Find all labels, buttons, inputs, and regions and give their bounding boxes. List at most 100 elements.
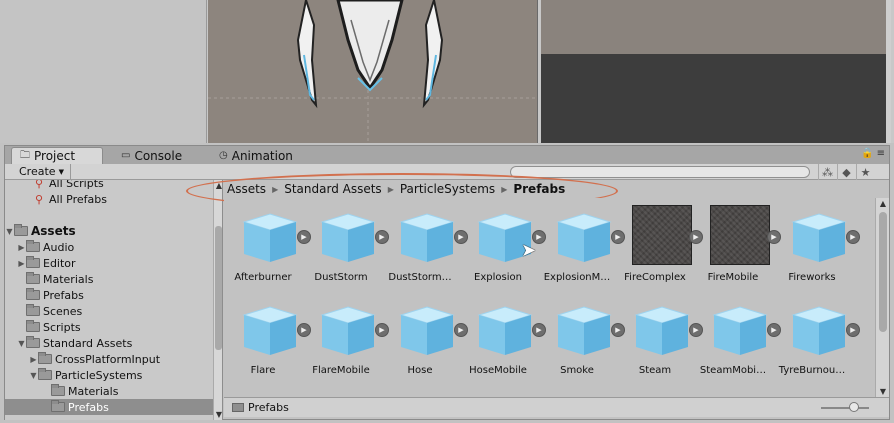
asset-item[interactable]: ▶ Afterburner — [224, 198, 311, 283]
asset-label: TyreBurnou… — [778, 365, 846, 376]
asset-item[interactable]: ▶ Steam — [616, 291, 703, 376]
tree-scrollbar[interactable]: ▲ ▼ — [213, 180, 222, 420]
chevron-down-icon: ▼ — [58, 167, 64, 176]
spaceship-model — [208, 0, 537, 143]
game-view-sky — [541, 0, 891, 54]
asset-item[interactable]: ▶ FireComplex — [616, 198, 703, 283]
menu-icon[interactable]: ≡ — [877, 148, 885, 159]
prefab-cube-icon: ▶ — [399, 208, 468, 266]
tab-label: Animation — [231, 148, 293, 163]
tree-item-standard-assets[interactable]: ▼ Standard Assets — [5, 335, 210, 351]
tab-animation[interactable]: ◷ Animation — [211, 147, 301, 164]
folder-icon — [51, 384, 65, 396]
asset-label: FlareMobile — [312, 365, 370, 376]
asset-label: Explosion — [474, 272, 522, 283]
scene-view[interactable] — [208, 0, 538, 143]
folder-icon — [38, 352, 52, 364]
asset-item[interactable]: ▶ ExplosionM… — [538, 198, 625, 283]
folder-tree: ⚲ All Scripts ⚲ All Prefabs ▼ Assets ▶ A… — [5, 180, 223, 420]
folder-icon — [26, 336, 40, 348]
tree-item-editor[interactable]: ▶ Editor — [5, 255, 210, 271]
breadcrumb-item-standard-assets[interactable]: Standard Assets — [284, 182, 381, 196]
folder-icon — [26, 304, 40, 316]
tree-item-assets[interactable]: ▼ Assets — [5, 223, 210, 239]
scroll-down-arrow-icon[interactable]: ▼ — [214, 410, 222, 419]
favorite-item[interactable]: ⚲ All Prefabs — [5, 191, 210, 207]
texture-thumbnail: ▶ — [710, 205, 781, 266]
editor-top-area — [0, 0, 894, 143]
grid-scroll-thumb[interactable] — [879, 212, 887, 332]
asset-label: Smoke — [560, 365, 594, 376]
breadcrumb-item-prefabs[interactable]: Prefabs — [513, 182, 565, 196]
status-path: Prefabs — [248, 401, 289, 414]
tab-project[interactable]: 🗀 Project — [11, 147, 103, 164]
asset-item[interactable]: ▶ TyreBurnou… — [773, 291, 860, 376]
filter-by-label-icon[interactable]: ◆ — [837, 164, 855, 180]
tree-item-materials-sub[interactable]: Materials — [5, 383, 210, 399]
asset-item[interactable]: ▶ Hose — [381, 291, 468, 376]
expand-arrow-icon[interactable]: ▼ — [17, 339, 26, 348]
tree-item-prefabs-selected[interactable]: Prefabs — [5, 399, 213, 415]
asset-item[interactable]: ▶ FireMobile — [694, 198, 781, 283]
asset-item[interactable]: ▶ FlareMobile — [302, 291, 389, 376]
asset-item[interactable]: ▶ HoseMobile — [459, 291, 546, 376]
expand-arrow-icon[interactable]: ▶ — [17, 243, 26, 252]
tab-console[interactable]: ▭ Console — [113, 147, 190, 164]
create-label: Create — [19, 165, 56, 178]
asset-item[interactable]: ▶ DustStorm… — [381, 198, 468, 283]
prefab-cube-icon: ▶ — [320, 208, 389, 266]
project-window: 🗀 Project ▭ Console ◷ Animation 🔒 ≡ Crea… — [4, 145, 890, 420]
search-icon: ⚲ — [34, 192, 44, 206]
breadcrumb-item-assets[interactable]: Assets — [227, 182, 266, 196]
expand-arrow-icon[interactable]: ▼ — [29, 371, 38, 380]
zoom-slider-track[interactable] — [821, 407, 869, 409]
tree-scroll-thumb[interactable] — [215, 226, 222, 350]
expand-arrow-icon[interactable]: ▶ — [29, 355, 38, 364]
zoom-slider-handle[interactable] — [849, 402, 859, 412]
play-preview-icon[interactable]: ▶ — [846, 230, 860, 244]
asset-item[interactable]: ▶ Smoke — [538, 291, 625, 376]
folder-icon — [26, 240, 40, 252]
filter-by-type-icon[interactable]: ⁂ — [818, 164, 836, 180]
scroll-down-arrow-icon[interactable]: ▼ — [876, 387, 890, 396]
tree-item-prefabs[interactable]: Prefabs — [5, 287, 210, 303]
tree-item-label: Assets — [31, 224, 76, 238]
asset-label: ExplosionM… — [543, 272, 611, 283]
favorite-label: All Scripts — [49, 180, 104, 190]
scroll-up-arrow-icon[interactable]: ▲ — [214, 181, 222, 190]
lock-icon[interactable]: 🔒 — [861, 148, 873, 159]
grid-scrollbar[interactable]: ▲ ▼ — [875, 198, 889, 397]
asset-item[interactable]: ▶ Flare — [224, 291, 311, 376]
asset-label: Fireworks — [788, 272, 836, 283]
tree-item-particlesystems[interactable]: ▼ ParticleSystems — [5, 367, 210, 383]
folder-icon — [51, 400, 65, 412]
tree-item-scenes[interactable]: Scenes — [5, 303, 210, 319]
breadcrumb-item-particlesystems[interactable]: ParticleSystems — [400, 182, 495, 196]
chevron-right-icon: ▶ — [501, 184, 508, 194]
game-view-edge — [886, 0, 891, 143]
game-view[interactable] — [541, 0, 891, 143]
window-controls: 🔒 ≡ — [861, 148, 885, 159]
tree-item-materials[interactable]: Materials — [5, 271, 210, 287]
asset-item[interactable]: ▶ Fireworks — [773, 198, 860, 283]
scroll-up-arrow-icon[interactable]: ▲ — [876, 199, 890, 208]
favorite-star-icon[interactable]: ★ — [856, 164, 874, 180]
tab-bar: 🗀 Project ▭ Console ◷ Animation 🔒 ≡ — [5, 146, 889, 164]
tree-item-audio[interactable]: ▶ Audio — [5, 239, 210, 255]
search-input[interactable] — [510, 166, 810, 178]
create-dropdown[interactable]: Create ▼ — [13, 164, 71, 179]
tree-item-scripts[interactable]: Scripts — [5, 319, 210, 335]
tree-item-label: Audio — [43, 240, 75, 254]
asset-item[interactable]: ▶ SteamMobi… — [694, 291, 781, 376]
expand-arrow-icon[interactable]: ▶ — [17, 259, 26, 268]
texture-thumbnail: ▶ — [632, 205, 703, 266]
tree-item-label: Standard Assets — [43, 336, 133, 350]
tree-item-label: ParticleSystems — [55, 368, 143, 382]
asset-item[interactable]: ▶ DustStorm — [302, 198, 389, 283]
tab-label: Console — [134, 148, 183, 163]
expand-arrow-icon[interactable]: ▼ — [5, 227, 14, 236]
favorite-item[interactable]: ⚲ All Scripts — [5, 180, 210, 191]
play-preview-icon[interactable]: ▶ — [846, 323, 860, 337]
asset-label: HoseMobile — [469, 365, 527, 376]
tree-item-crossplatforminput[interactable]: ▶ CrossPlatformInput — [5, 351, 210, 367]
